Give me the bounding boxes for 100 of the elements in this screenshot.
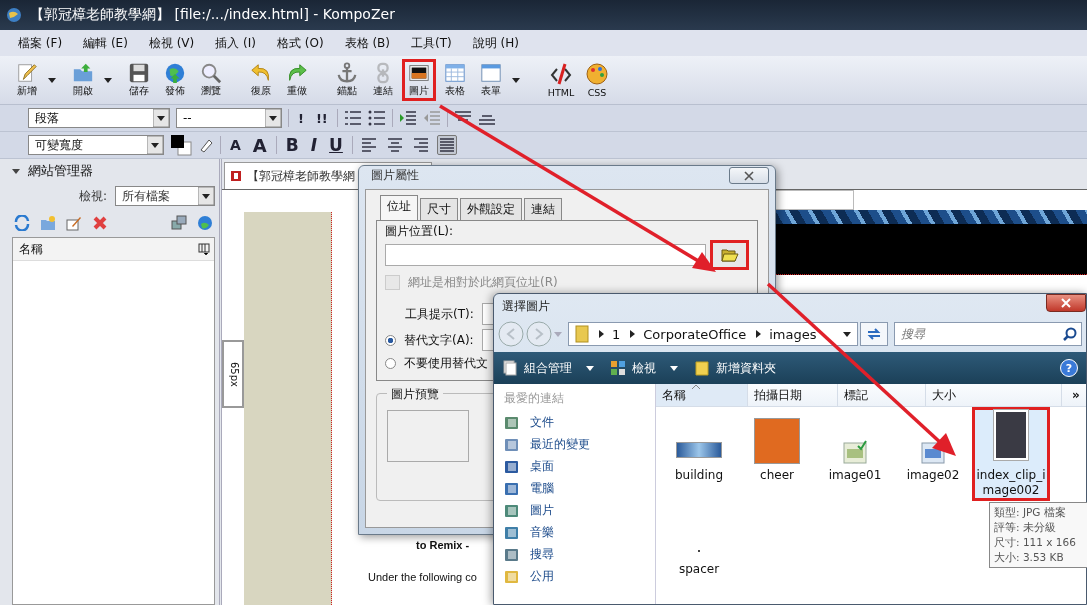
- windows-icon[interactable]: [171, 215, 187, 231]
- command-button[interactable]: 檢視: [610, 359, 678, 377]
- eraser-icon[interactable]: [198, 137, 214, 153]
- dropdown-arrow-icon[interactable]: [265, 109, 281, 127]
- search-icon[interactable]: [1063, 327, 1077, 341]
- column-label[interactable]: 大小: [926, 384, 1062, 406]
- menu-item[interactable]: 工具(T): [411, 34, 452, 52]
- paragraph: Under the following co: [368, 571, 477, 583]
- emphasis-button[interactable]: !: [295, 110, 307, 126]
- help-button[interactable]: ?: [1060, 359, 1078, 377]
- breadcrumb[interactable]: images: [769, 326, 817, 342]
- menu-item[interactable]: 檢視 (V): [148, 34, 195, 52]
- tooltip-line: 評等: 未分級: [994, 520, 1057, 535]
- font-select[interactable]: --: [176, 108, 282, 128]
- file-item[interactable]: building: [660, 407, 738, 501]
- width-select[interactable]: 可變寬度: [28, 135, 164, 155]
- column-label[interactable]: 拍攝日期: [748, 384, 838, 406]
- tab[interactable]: 外觀設定: [460, 198, 522, 220]
- menu-item[interactable]: 編輯 (E): [83, 34, 128, 52]
- caret-icon[interactable]: [512, 77, 520, 83]
- radio-button[interactable]: [385, 334, 396, 346]
- browse-button[interactable]: [710, 240, 749, 270]
- toolbar-button[interactable]: 發佈: [158, 59, 192, 101]
- font-size-button[interactable]: A: [227, 137, 244, 153]
- column-label[interactable]: 名稱: [656, 384, 748, 406]
- image-location-field[interactable]: [385, 244, 707, 266]
- favorite-link[interactable]: 搜尋: [504, 546, 655, 563]
- toolbar-button[interactable]: 錨點: [330, 59, 364, 101]
- column-picker-icon[interactable]: [198, 243, 210, 255]
- dropdown-arrow-icon[interactable]: [198, 187, 214, 205]
- toolbar-button[interactable]: 表單: [474, 59, 508, 101]
- file-item[interactable]: cheer: [738, 407, 816, 501]
- tab[interactable]: 位址: [380, 195, 418, 220]
- refresh-button[interactable]: [860, 322, 888, 346]
- column-label[interactable]: 標記: [838, 384, 926, 406]
- command-button[interactable]: 新增資料夾: [694, 359, 776, 377]
- search-field[interactable]: 搜尋: [894, 322, 1082, 346]
- emphasis-button[interactable]: !!: [312, 110, 331, 126]
- more-columns-button[interactable]: »: [1062, 384, 1080, 406]
- bullet-list-icon[interactable]: [367, 110, 386, 126]
- toolbar-button[interactable]: 儲存: [122, 59, 156, 101]
- documents-icon: [502, 360, 518, 376]
- collapse-icon[interactable]: [12, 168, 20, 174]
- column-label: 名稱: [19, 240, 43, 258]
- font-size-button[interactable]: A: [249, 134, 270, 156]
- favorite-link[interactable]: 最近的變更: [504, 436, 655, 453]
- numbered-list-icon[interactable]: [343, 110, 362, 126]
- command-button[interactable]: 組合管理: [502, 359, 594, 377]
- dropdown-arrow-icon[interactable]: [147, 136, 163, 154]
- toolbar-button[interactable]: 表格: [438, 59, 472, 101]
- menu-item[interactable]: 表格 (B): [344, 34, 390, 52]
- toolbar-button[interactable]: 重做: [280, 59, 314, 101]
- close-button[interactable]: [1046, 294, 1086, 312]
- address-bar[interactable]: 1 CorporateOffice images: [568, 322, 858, 346]
- indent-icon[interactable]: [398, 110, 417, 126]
- close-button[interactable]: [729, 167, 769, 184]
- favorite-link[interactable]: 圖片: [504, 502, 655, 519]
- globe-icon[interactable]: [197, 215, 213, 231]
- refresh-icon[interactable]: [14, 215, 30, 231]
- globe-icon: [6, 7, 22, 23]
- toolbar-button[interactable]: 復原: [244, 59, 278, 101]
- align-icon: [360, 137, 377, 153]
- radio-button[interactable]: [385, 358, 396, 369]
- menu-item[interactable]: 說明 (H): [472, 34, 519, 52]
- menu-item[interactable]: 插入 (I): [215, 34, 256, 52]
- tab[interactable]: 尺寸: [420, 198, 458, 220]
- view-select[interactable]: 所有檔案: [115, 186, 215, 206]
- paragraph-format-select[interactable]: 段落: [28, 108, 170, 128]
- toolbar-button[interactable]: 瀏覽: [194, 59, 228, 101]
- dropdown-arrow-icon[interactable]: [153, 109, 169, 127]
- align-button[interactable]: [436, 135, 457, 155]
- dialog-title: 選擇圖片: [502, 297, 550, 315]
- file-item[interactable]: image01: [816, 407, 894, 501]
- favorite-link[interactable]: 電腦: [504, 480, 655, 497]
- favorite-link[interactable]: 公用: [504, 568, 655, 585]
- menu-item[interactable]: 檔案 (F): [18, 34, 63, 52]
- menu-item[interactable]: 格式 (O): [276, 34, 324, 52]
- toolbar-button[interactable]: HTML: [544, 59, 578, 101]
- caret-icon[interactable]: [104, 77, 112, 83]
- favorite-link[interactable]: 文件: [504, 414, 655, 431]
- toolbar-button[interactable]: 新增: [10, 59, 44, 101]
- file-item[interactable]: spacer: [660, 501, 738, 595]
- caret-icon[interactable]: [843, 331, 851, 337]
- favorite-link[interactable]: 音樂: [504, 524, 655, 541]
- breadcrumb[interactable]: CorporateOffice: [643, 326, 747, 342]
- toolbar-button[interactable]: 圖片: [402, 59, 436, 101]
- text-style-button[interactable]: I: [307, 135, 321, 155]
- new-folder-icon: [694, 360, 710, 376]
- tab[interactable]: 連結: [524, 198, 562, 220]
- toolbar-button[interactable]: 開啟: [66, 59, 100, 101]
- delete-icon[interactable]: [92, 215, 108, 231]
- text-style-button[interactable]: U: [326, 135, 346, 155]
- breadcrumb[interactable]: 1: [612, 326, 621, 342]
- file-item[interactable]: index_clip_image002: [972, 407, 1050, 501]
- favorite-link[interactable]: 桌面: [504, 458, 655, 475]
- caret-icon[interactable]: [48, 77, 56, 83]
- edit-icon[interactable]: [66, 215, 82, 231]
- text-style-button[interactable]: B: [282, 135, 302, 155]
- toolbar-button[interactable]: CSS: [580, 59, 614, 101]
- text-color-icon[interactable]: [170, 134, 192, 156]
